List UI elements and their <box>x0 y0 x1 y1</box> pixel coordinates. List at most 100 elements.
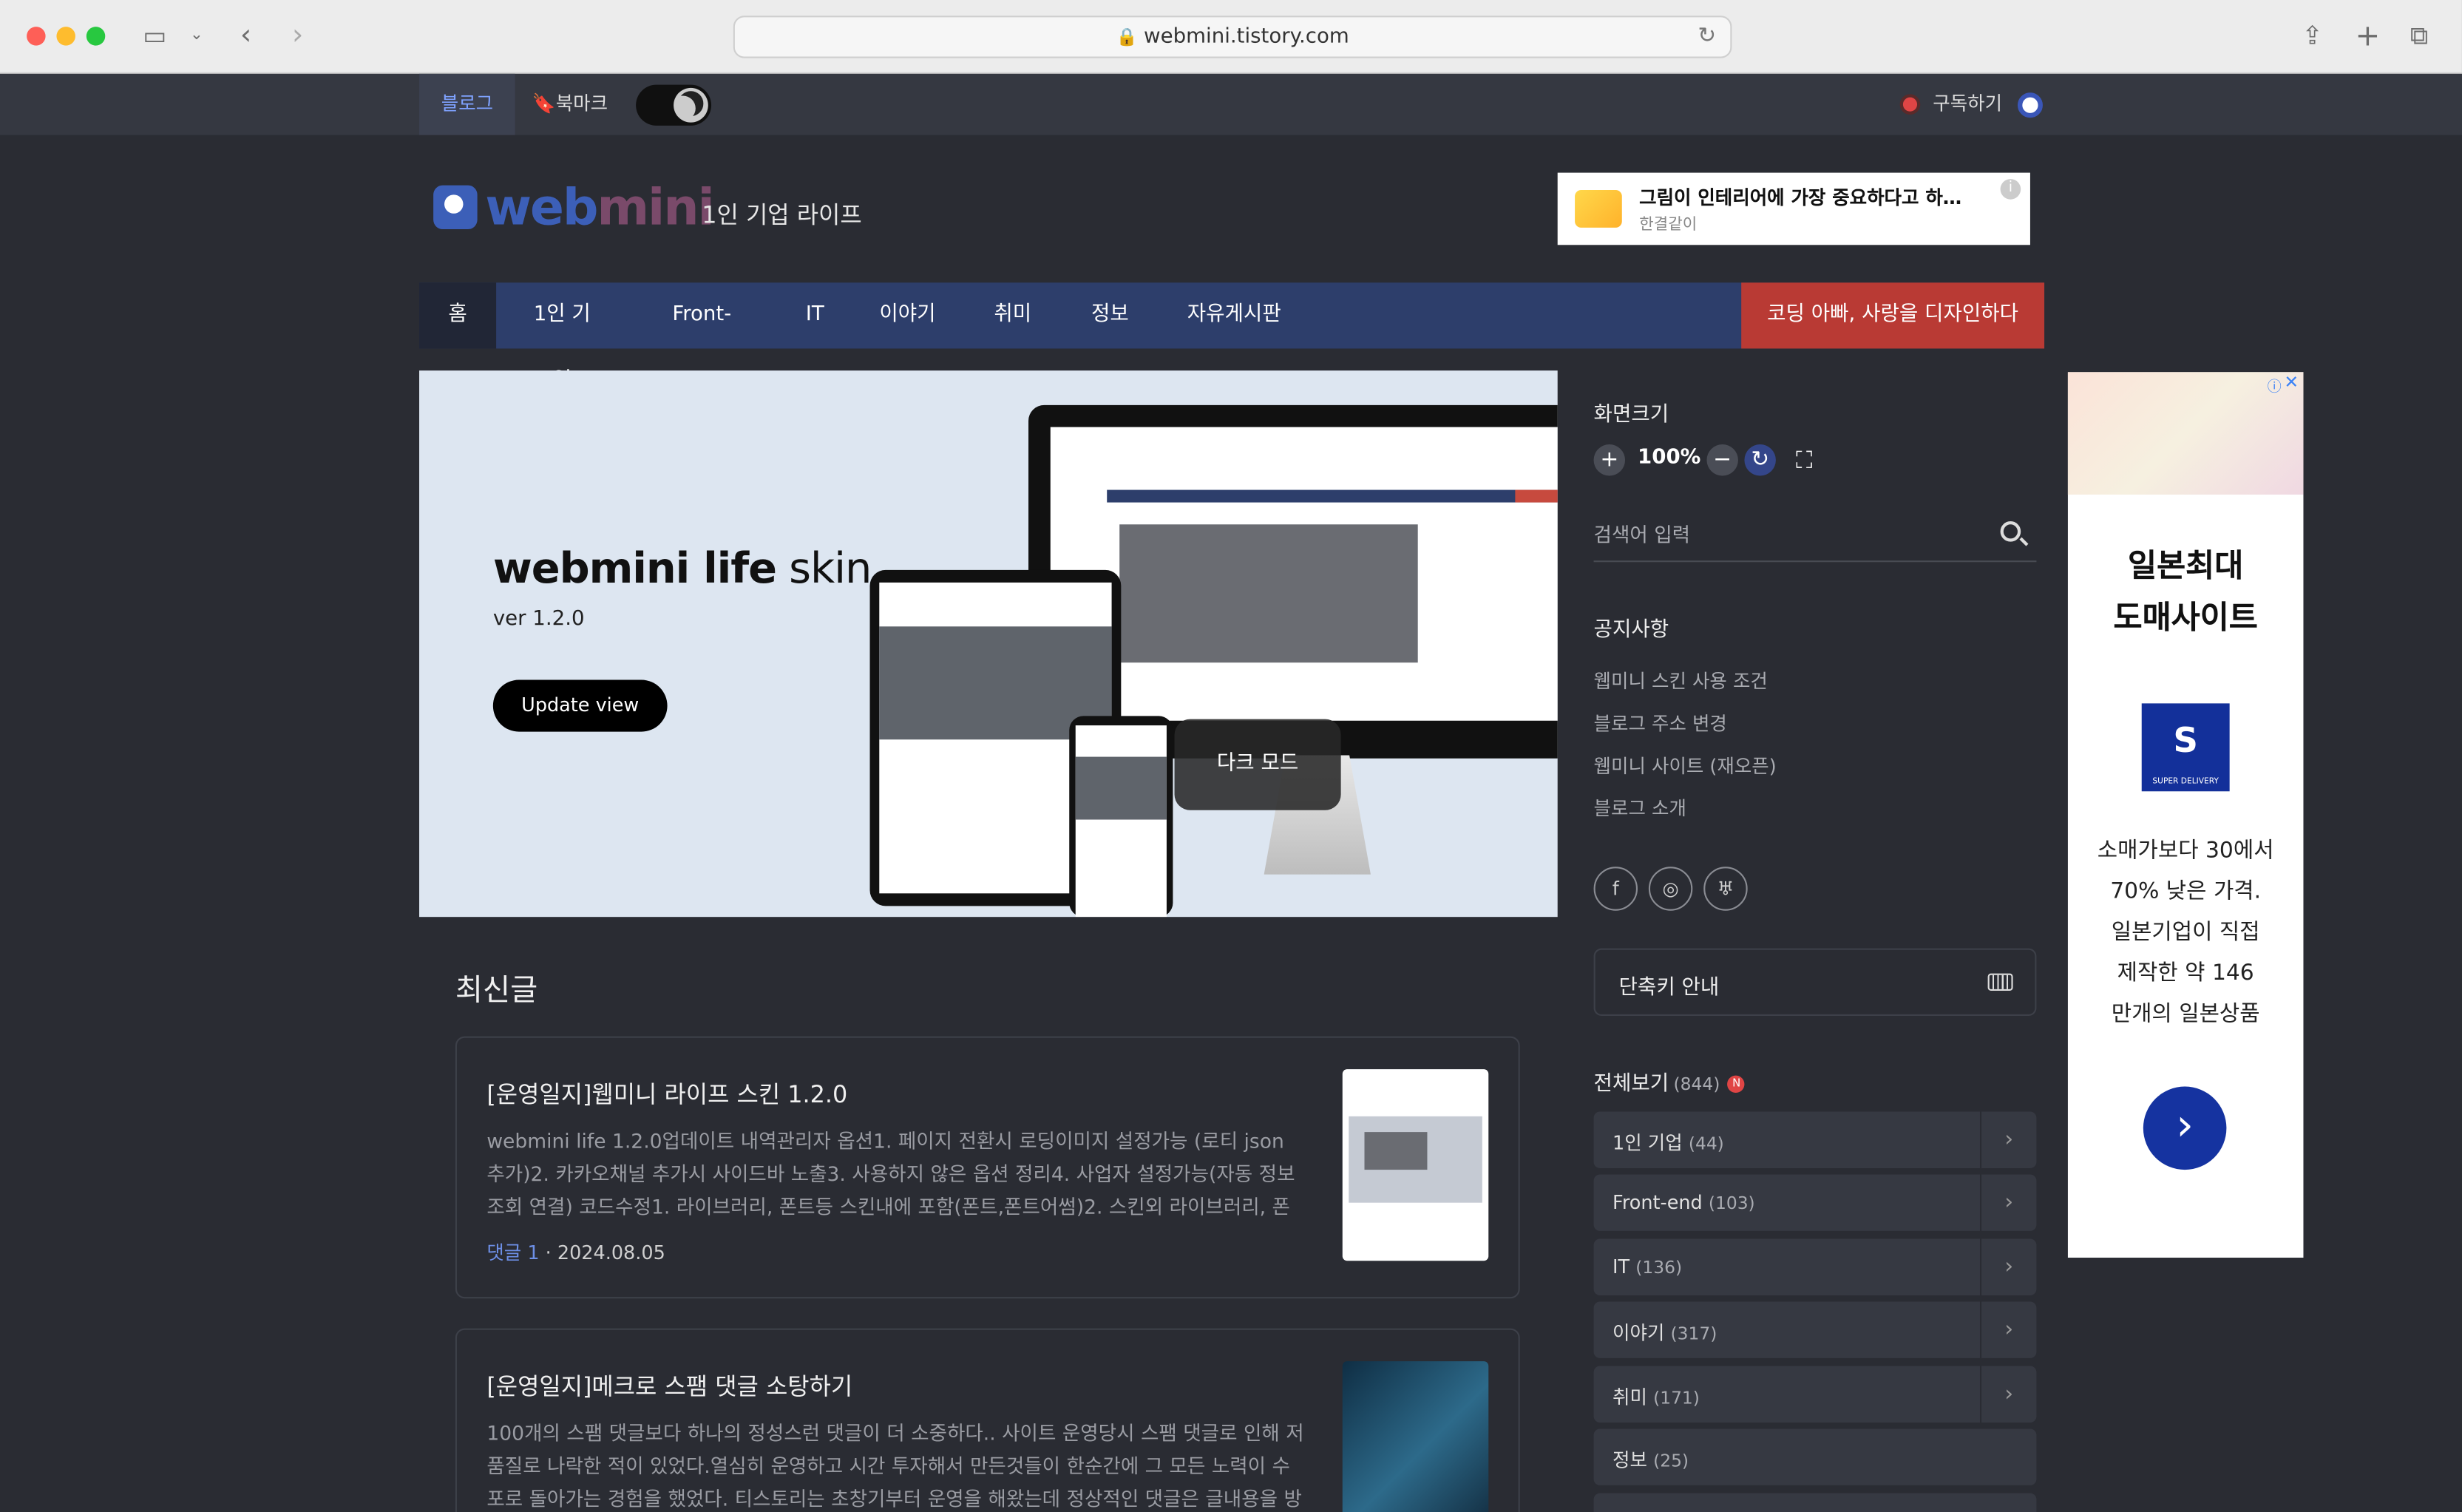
category-item[interactable]: 이야기 (317) › <box>1593 1301 2037 1358</box>
ad-go-button[interactable]: › <box>2143 1086 2227 1170</box>
search-box <box>1593 506 2037 563</box>
hero-version: ver 1.2.0 <box>492 607 585 631</box>
category-item[interactable]: 정보 (25) <box>1593 1428 2037 1485</box>
subscribe-dot-icon <box>1902 97 1918 112</box>
chevron-right-icon[interactable]: › <box>1979 1366 2036 1423</box>
chevron-right-icon[interactable]: › <box>1979 1238 2036 1295</box>
logo-text-mini: mini <box>597 177 714 237</box>
back-icon[interactable]: ‹ <box>240 18 251 53</box>
ad-body-line: 만개의 일본상품 <box>2111 1001 2260 1027</box>
category-name: 이야기 <box>1612 1322 1665 1344</box>
nav-item-story[interactable]: 이야기 <box>879 282 935 348</box>
hero-title: webmini life skin <box>493 544 872 594</box>
nav-item-solo-business[interactable]: 1인 기업 <box>524 282 600 393</box>
forward-icon[interactable]: › <box>292 18 303 53</box>
post-card[interactable]: [운영일지]웹미니 라이프 스킨 1.2.0 webmini life 1.2.… <box>455 1036 1520 1299</box>
close-icon[interactable]: ✕ <box>2285 372 2299 393</box>
dark-mode-toggle[interactable] <box>636 84 712 126</box>
tab-overview-icon[interactable]: ⧉ <box>2410 18 2428 53</box>
post-excerpt: webmini life 1.2.0업데이트 내역관리자 옵션1. 페이지 전환… <box>486 1128 1295 1218</box>
category-item[interactable]: IT (136) › <box>1593 1238 2037 1295</box>
post-comments[interactable]: 댓글 1 <box>486 1242 539 1264</box>
hero-banner[interactable]: webmini life skin ver 1.2.0 Update view … <box>419 370 1558 918</box>
hero-title-rest: skin <box>776 544 872 594</box>
chevron-down-icon[interactable]: ⌄ <box>190 18 203 53</box>
nav-item-it[interactable]: IT <box>804 282 826 348</box>
nav-cta-button[interactable]: 코딩 아빠, 사랑을 디자인하다 <box>1741 282 2045 349</box>
zoom-out-button[interactable]: − <box>1706 444 1738 476</box>
shortcut-guide-button[interactable]: 단축키 안내 <box>1593 948 2037 1016</box>
category-item[interactable]: 1인 기업 (44) › <box>1593 1111 2037 1168</box>
zoom-window-button[interactable] <box>86 27 106 46</box>
logo[interactable]: webmini <box>485 176 715 239</box>
minimize-window-button[interactable] <box>56 27 75 46</box>
latest-posts-heading: 최신글 <box>455 973 538 1008</box>
tab-blog[interactable]: 블로그 <box>419 73 515 135</box>
category-all-label: 전체보기 <box>1593 1072 1669 1096</box>
twitter-icon[interactable]: ♅ <box>1703 867 1748 911</box>
zoom-reset-button[interactable]: ↻ <box>1744 444 1776 476</box>
new-tab-icon[interactable]: + <box>2356 18 2381 53</box>
chevron-right-icon[interactable]: › <box>1979 1301 2036 1358</box>
nav-item-info[interactable]: 정보 <box>1091 282 1129 348</box>
fullscreen-icon[interactable]: ⛶ <box>1788 444 1820 475</box>
notice-item[interactable]: 블로그 주소 변경 <box>1594 710 1727 736</box>
post-title[interactable]: [운영일지]메크로 스팸 댓글 소탕하기 <box>486 1369 852 1403</box>
lock-icon: 🔒 <box>1116 27 1138 47</box>
nav-item-front-end[interactable]: Front-End <box>655 282 749 393</box>
category-item[interactable] <box>1593 1493 2037 1512</box>
update-view-button[interactable]: Update view <box>492 679 668 732</box>
ad-headline: 일본최대 도매사이트 <box>2068 540 2304 644</box>
share-icon[interactable]: ⇪ <box>2302 18 2322 53</box>
search-icon[interactable] <box>2000 521 2021 542</box>
main-nav: 홈 1인 기업 Front-End IT 이야기 취미 정보 자유게시판 코딩 … <box>419 282 2045 393</box>
ad-source: 한결같이 <box>1639 217 1698 234</box>
facebook-icon[interactable]: f <box>1593 867 1638 911</box>
nav-item-hobby[interactable]: 취미 <box>994 282 1031 348</box>
tab-bookmark[interactable]: 🔖북마크 <box>510 74 630 135</box>
category-item[interactable]: 취미 (171) › <box>1593 1366 2037 1423</box>
category-all-count: (844) <box>1673 1074 1720 1095</box>
notice-item[interactable]: 블로그 소개 <box>1594 795 1686 821</box>
chevron-right-icon[interactable]: › <box>1979 1111 2036 1168</box>
category-name: Front-end <box>1612 1191 1703 1214</box>
post-card[interactable]: [운영일지]메크로 스팸 댓글 소탕하기 100개의 스팸 댓글보다 하나의 정… <box>455 1328 1520 1512</box>
nav-item-home[interactable]: 홈 <box>419 282 497 349</box>
logo-icon[interactable] <box>433 185 478 230</box>
chevron-right-icon[interactable]: › <box>1979 1174 2036 1231</box>
nav-item-free-board[interactable]: 자유게시판 <box>1187 282 1281 348</box>
zoom-value: 100% <box>1638 446 1701 469</box>
category-item[interactable]: Front-end (103) › <box>1593 1174 2037 1231</box>
sidebar-ad[interactable]: ⓘ ✕ 일본최대 도매사이트 S SUPER DELIVERY 소매가보다 30에서… <box>2067 372 2304 1258</box>
zoom-in-button[interactable]: + <box>1593 444 1626 476</box>
category-count: (103) <box>1708 1193 1755 1214</box>
keyboard-icon <box>1987 973 2013 991</box>
url-text: webmini.tistory.com <box>1144 24 1349 49</box>
super-delivery-logo: S SUPER DELIVERY <box>2141 703 2230 792</box>
address-bar[interactable]: 🔒 webmini.tistory.com ↻ <box>733 16 1732 58</box>
sidebar-toggle-icon[interactable]: ▭ <box>143 18 166 53</box>
ad-info-icon[interactable]: i <box>2000 179 2021 200</box>
ad-info-icon[interactable]: ⓘ <box>2268 376 2282 396</box>
header-ad[interactable]: 그림이 인테리어에 가장 중요하다고 하… 한결같이 i <box>1557 172 2030 245</box>
post-date: 2024.08.05 <box>557 1241 665 1264</box>
notice-item[interactable]: 웹미니 스킨 사용 조건 <box>1594 668 1768 694</box>
post-title[interactable]: [운영일지]웹미니 라이프 스킨 1.2.0 <box>486 1077 847 1111</box>
post-excerpt: 100개의 스팸 댓글보다 하나의 정성스런 댓글이 더 소중하다.. 사이트 … <box>486 1420 1304 1511</box>
ad-body-line: 70% 낮은 가격. <box>2110 879 2262 905</box>
ad-image <box>1575 189 1622 228</box>
post-thumbnail[interactable] <box>1342 1069 1489 1261</box>
post-thumbnail[interactable] <box>1342 1361 1489 1512</box>
reload-icon[interactable]: ↻ <box>1698 17 1716 56</box>
subscribe-button[interactable]: 구독하기 <box>1902 74 2044 135</box>
search-input[interactable] <box>1593 515 1971 553</box>
instagram-icon[interactable]: ◎ <box>1648 867 1693 911</box>
close-window-button[interactable] <box>27 27 46 46</box>
post-meta: 댓글 1 · 2024.08.05 <box>486 1241 665 1264</box>
ad-headline-line: 도매사이트 <box>2113 598 2258 637</box>
ad-body-line: 소매가보다 30에서 <box>2097 838 2274 864</box>
category-all-heading[interactable]: 전체보기 (844) N <box>1594 1066 1746 1096</box>
category-name: 1인 기업 <box>1612 1132 1683 1154</box>
browser-toolbar: ▭ ⌄ ‹ › 🔒 webmini.tistory.com ↻ ⇪ + ⧉ <box>0 0 2462 74</box>
notice-item[interactable]: 웹미니 사이트 (재오픈) <box>1594 752 1777 779</box>
